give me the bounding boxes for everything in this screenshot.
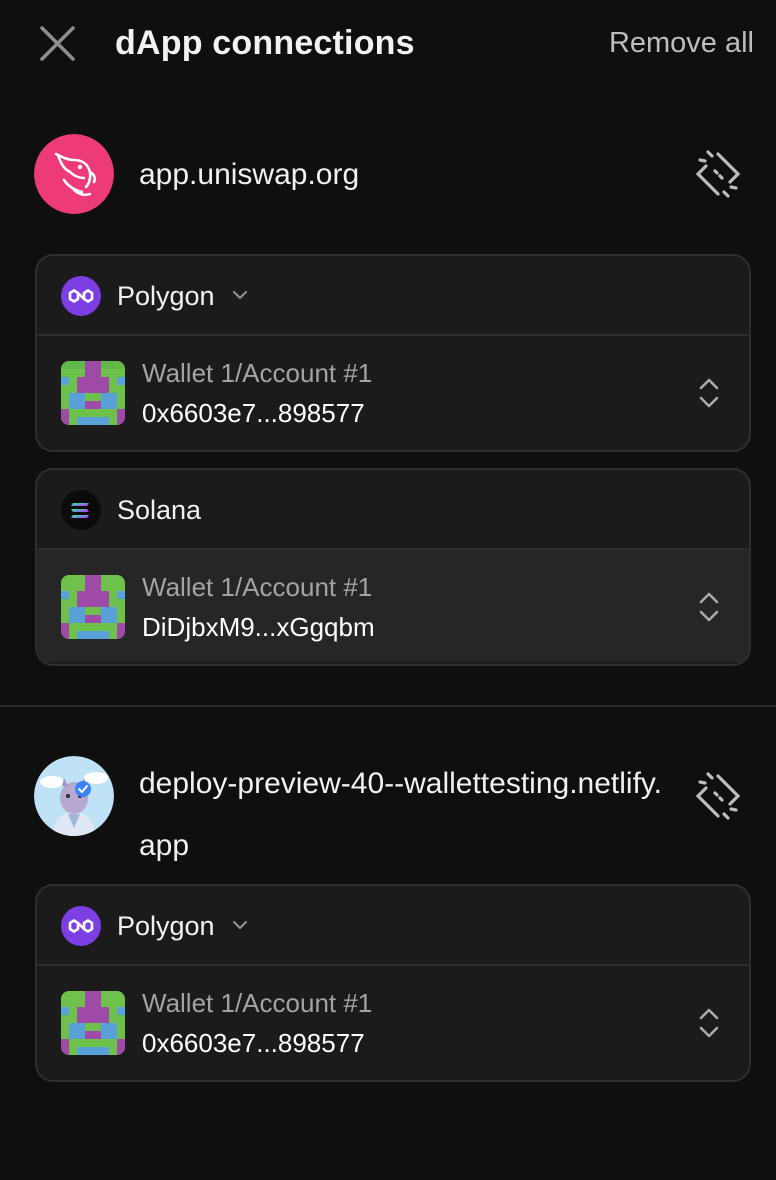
account-row[interactable]: Wallet 1/Account #1 0x6603e7...898577 (37, 966, 749, 1078)
chevron-down-icon[interactable] (231, 916, 249, 934)
chain-name: Solana (117, 495, 202, 525)
dapp-url: deploy-preview-40--wallettesting.netlify… (139, 767, 663, 862)
alpaca-avatar-icon (34, 756, 114, 836)
connection-card-polygon: Polygon Wallet 1/Account #1 0x6603e7...8… (35, 884, 751, 1082)
connection-card-polygon: Polygon Wallet 1/Account #1 0x6603e7...8… (35, 254, 751, 452)
account-row[interactable]: Wallet 1/Account #1 0x6603e7...898577 (37, 336, 749, 448)
disconnect-icon[interactable] (692, 148, 744, 200)
disconnect-icon[interactable] (692, 770, 744, 822)
account-avatar (61, 991, 125, 1055)
connection-card-solana: Solana Wallet 1/Account #1 DiDjbxM9...xG… (35, 468, 751, 666)
polygon-icon (61, 906, 101, 946)
chevron-down-icon[interactable] (231, 286, 249, 304)
polygon-icon (61, 276, 101, 316)
dapp-url: app.uniswap.org (139, 158, 360, 191)
account-address: DiDjbxM9...xGgqbm (142, 612, 375, 642)
remove-all-button[interactable]: Remove all (609, 24, 754, 62)
chain-selector[interactable]: Polygon (37, 256, 749, 336)
header: dApp connections Remove all (0, 0, 776, 86)
account-avatar (61, 361, 125, 425)
account-address: 0x6603e7...898577 (142, 1028, 365, 1058)
chain-name: Polygon (117, 281, 215, 311)
solana-icon (61, 490, 101, 530)
chain-selector[interactable]: Polygon (37, 886, 749, 966)
account-address: 0x6603e7...898577 (142, 398, 365, 428)
section-divider (0, 705, 776, 707)
account-name: Wallet 1/Account #1 (142, 358, 373, 388)
chain-name: Polygon (117, 911, 215, 941)
chain-row: Solana (37, 470, 749, 550)
account-name: Wallet 1/Account #1 (142, 572, 373, 602)
switch-account-icon[interactable] (697, 1006, 721, 1040)
switch-account-icon[interactable] (697, 376, 721, 410)
close-icon[interactable] (36, 22, 80, 66)
account-name: Wallet 1/Account #1 (142, 988, 373, 1018)
account-avatar (61, 575, 125, 639)
page-title: dApp connections (115, 24, 415, 62)
account-row[interactable]: Wallet 1/Account #1 DiDjbxM9...xGgqbm (37, 550, 749, 662)
switch-account-icon[interactable] (697, 590, 721, 624)
uniswap-unicorn-icon (34, 134, 114, 214)
